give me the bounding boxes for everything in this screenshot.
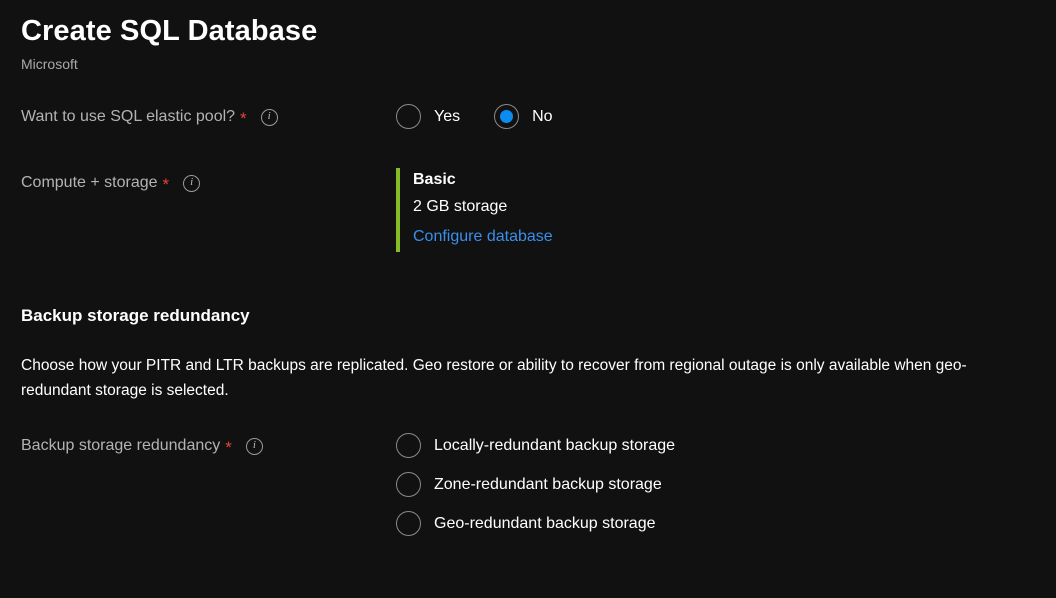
tier-storage: 2 GB storage xyxy=(413,198,508,215)
tier-name: Basic xyxy=(413,171,456,188)
backup-form: Backup storage redundancy * i Locally-re… xyxy=(21,433,1035,536)
elastic-pool-radio-group: Yes No xyxy=(396,104,1035,129)
radio-circle-geo-redundant[interactable] xyxy=(396,511,421,536)
field-row-compute-storage: Compute + storage * i Basic 2 GB storage… xyxy=(21,168,1035,252)
section-heading: Backup storage redundancy xyxy=(21,306,250,325)
backup-redundancy-radio-group: Locally-redundant backup storage Zone-re… xyxy=(396,433,1035,536)
compute-storage-control: Basic 2 GB storage Configure database xyxy=(396,168,1035,252)
page-title: Create SQL Database xyxy=(21,15,318,47)
publisher-label: Microsoft xyxy=(21,56,78,72)
radio-circle-yes[interactable] xyxy=(396,104,421,129)
blade-header: Create SQL Database Microsoft xyxy=(0,0,1056,74)
backup-redundancy-label-text: Backup storage redundancy xyxy=(21,437,221,454)
radio-label-geo-redundant: Geo-redundant backup storage xyxy=(434,514,656,532)
radio-label-zone-redundant: Zone-redundant backup storage xyxy=(434,475,662,493)
elastic-pool-label: Want to use SQL elastic pool? * i xyxy=(21,104,396,129)
compute-storage-label-text: Compute + storage xyxy=(21,174,158,191)
create-sql-database-blade: Create SQL Database Microsoft Want to us… xyxy=(0,0,1056,598)
required-indicator: * xyxy=(240,109,247,128)
info-icon[interactable]: i xyxy=(183,174,201,192)
radio-option-locally-redundant[interactable]: Locally-redundant backup storage xyxy=(396,433,1035,458)
section-description: Choose how your PITR and LTR backups are… xyxy=(21,357,967,399)
radio-option-no[interactable]: No xyxy=(494,104,553,129)
radio-option-zone-redundant[interactable]: Zone-redundant backup storage xyxy=(396,472,1035,497)
elastic-pool-label-text: Want to use SQL elastic pool? xyxy=(21,108,236,125)
radio-label-locally-redundant: Locally-redundant backup storage xyxy=(434,436,676,454)
radio-circle-zone-redundant[interactable] xyxy=(396,472,421,497)
required-indicator: * xyxy=(162,175,170,194)
elastic-pool-control: Yes No xyxy=(396,104,1035,129)
radio-label-yes: Yes xyxy=(434,107,461,125)
radio-option-geo-redundant[interactable]: Geo-redundant backup storage xyxy=(396,511,1035,536)
required-indicator: * xyxy=(225,438,232,457)
radio-option-yes[interactable]: Yes xyxy=(396,104,460,129)
compute-storage-label: Compute + storage * i xyxy=(21,170,396,195)
radio-circle-no[interactable] xyxy=(494,104,520,129)
field-row-backup-redundancy: Backup storage redundancy * i Locally-re… xyxy=(21,433,1035,536)
configure-database-link[interactable]: Configure database xyxy=(413,222,553,252)
service-tier-card: Basic 2 GB storage Configure database xyxy=(396,168,1035,252)
backup-redundancy-label: Backup storage redundancy * i xyxy=(21,433,396,458)
form-area: Want to use SQL elastic pool? * i Yes No xyxy=(0,104,1056,252)
info-icon[interactable]: i xyxy=(245,437,263,455)
radio-label-no: No xyxy=(532,107,553,125)
radio-circle-locally-redundant[interactable] xyxy=(396,433,421,458)
backup-redundancy-control: Locally-redundant backup storage Zone-re… xyxy=(396,433,1035,536)
info-icon[interactable]: i xyxy=(260,108,278,126)
backup-storage-redundancy-section: Backup storage redundancy Choose how you… xyxy=(0,304,1056,536)
field-row-elastic-pool: Want to use SQL elastic pool? * i Yes No xyxy=(21,104,1035,132)
